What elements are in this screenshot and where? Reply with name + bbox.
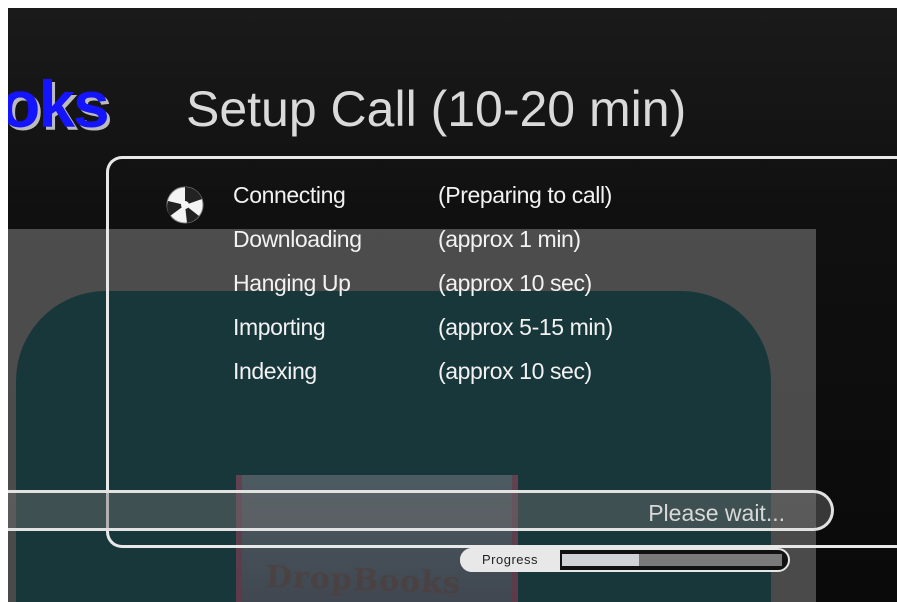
step-row-connecting: Connecting (Preparing to call): [233, 178, 733, 218]
watermark-text: DropBooks: [265, 559, 462, 602]
step-detail: (approx 10 sec): [438, 270, 592, 296]
page-title: Setup Call (10-20 min): [186, 81, 687, 137]
step-detail: (approx 5-15 min): [438, 314, 613, 340]
brand-logo-text: oks: [8, 67, 110, 141]
spinner-icon: [166, 186, 204, 224]
step-detail: (approx 10 sec): [438, 358, 592, 384]
status-text: Please wait...: [648, 500, 785, 526]
step-name: Indexing: [233, 358, 317, 384]
step-row-indexing: Indexing (approx 10 sec): [233, 354, 733, 394]
screen: DropBooks Connecting (Preparing to call)…: [0, 0, 897, 602]
progress-fill: [562, 554, 639, 566]
progress-track: [562, 554, 782, 566]
progress-indicator: Progress: [460, 548, 790, 572]
step-row-importing: Importing (approx 5-15 min): [233, 310, 733, 350]
status-bar: Please wait...: [8, 490, 834, 531]
step-name: Hanging Up: [233, 270, 351, 296]
step-detail: (approx 1 min): [438, 226, 581, 252]
step-name: Connecting: [233, 182, 346, 208]
step-row-hanging-up: Hanging Up (approx 10 sec): [233, 266, 733, 306]
step-name: Downloading: [233, 226, 362, 252]
step-row-downloading: Downloading (approx 1 min): [233, 222, 733, 262]
tv-screen: DropBooks Connecting (Preparing to call)…: [8, 8, 897, 602]
step-detail: (Preparing to call): [438, 182, 612, 208]
progress-label: Progress: [460, 548, 560, 572]
step-name: Importing: [233, 314, 326, 340]
